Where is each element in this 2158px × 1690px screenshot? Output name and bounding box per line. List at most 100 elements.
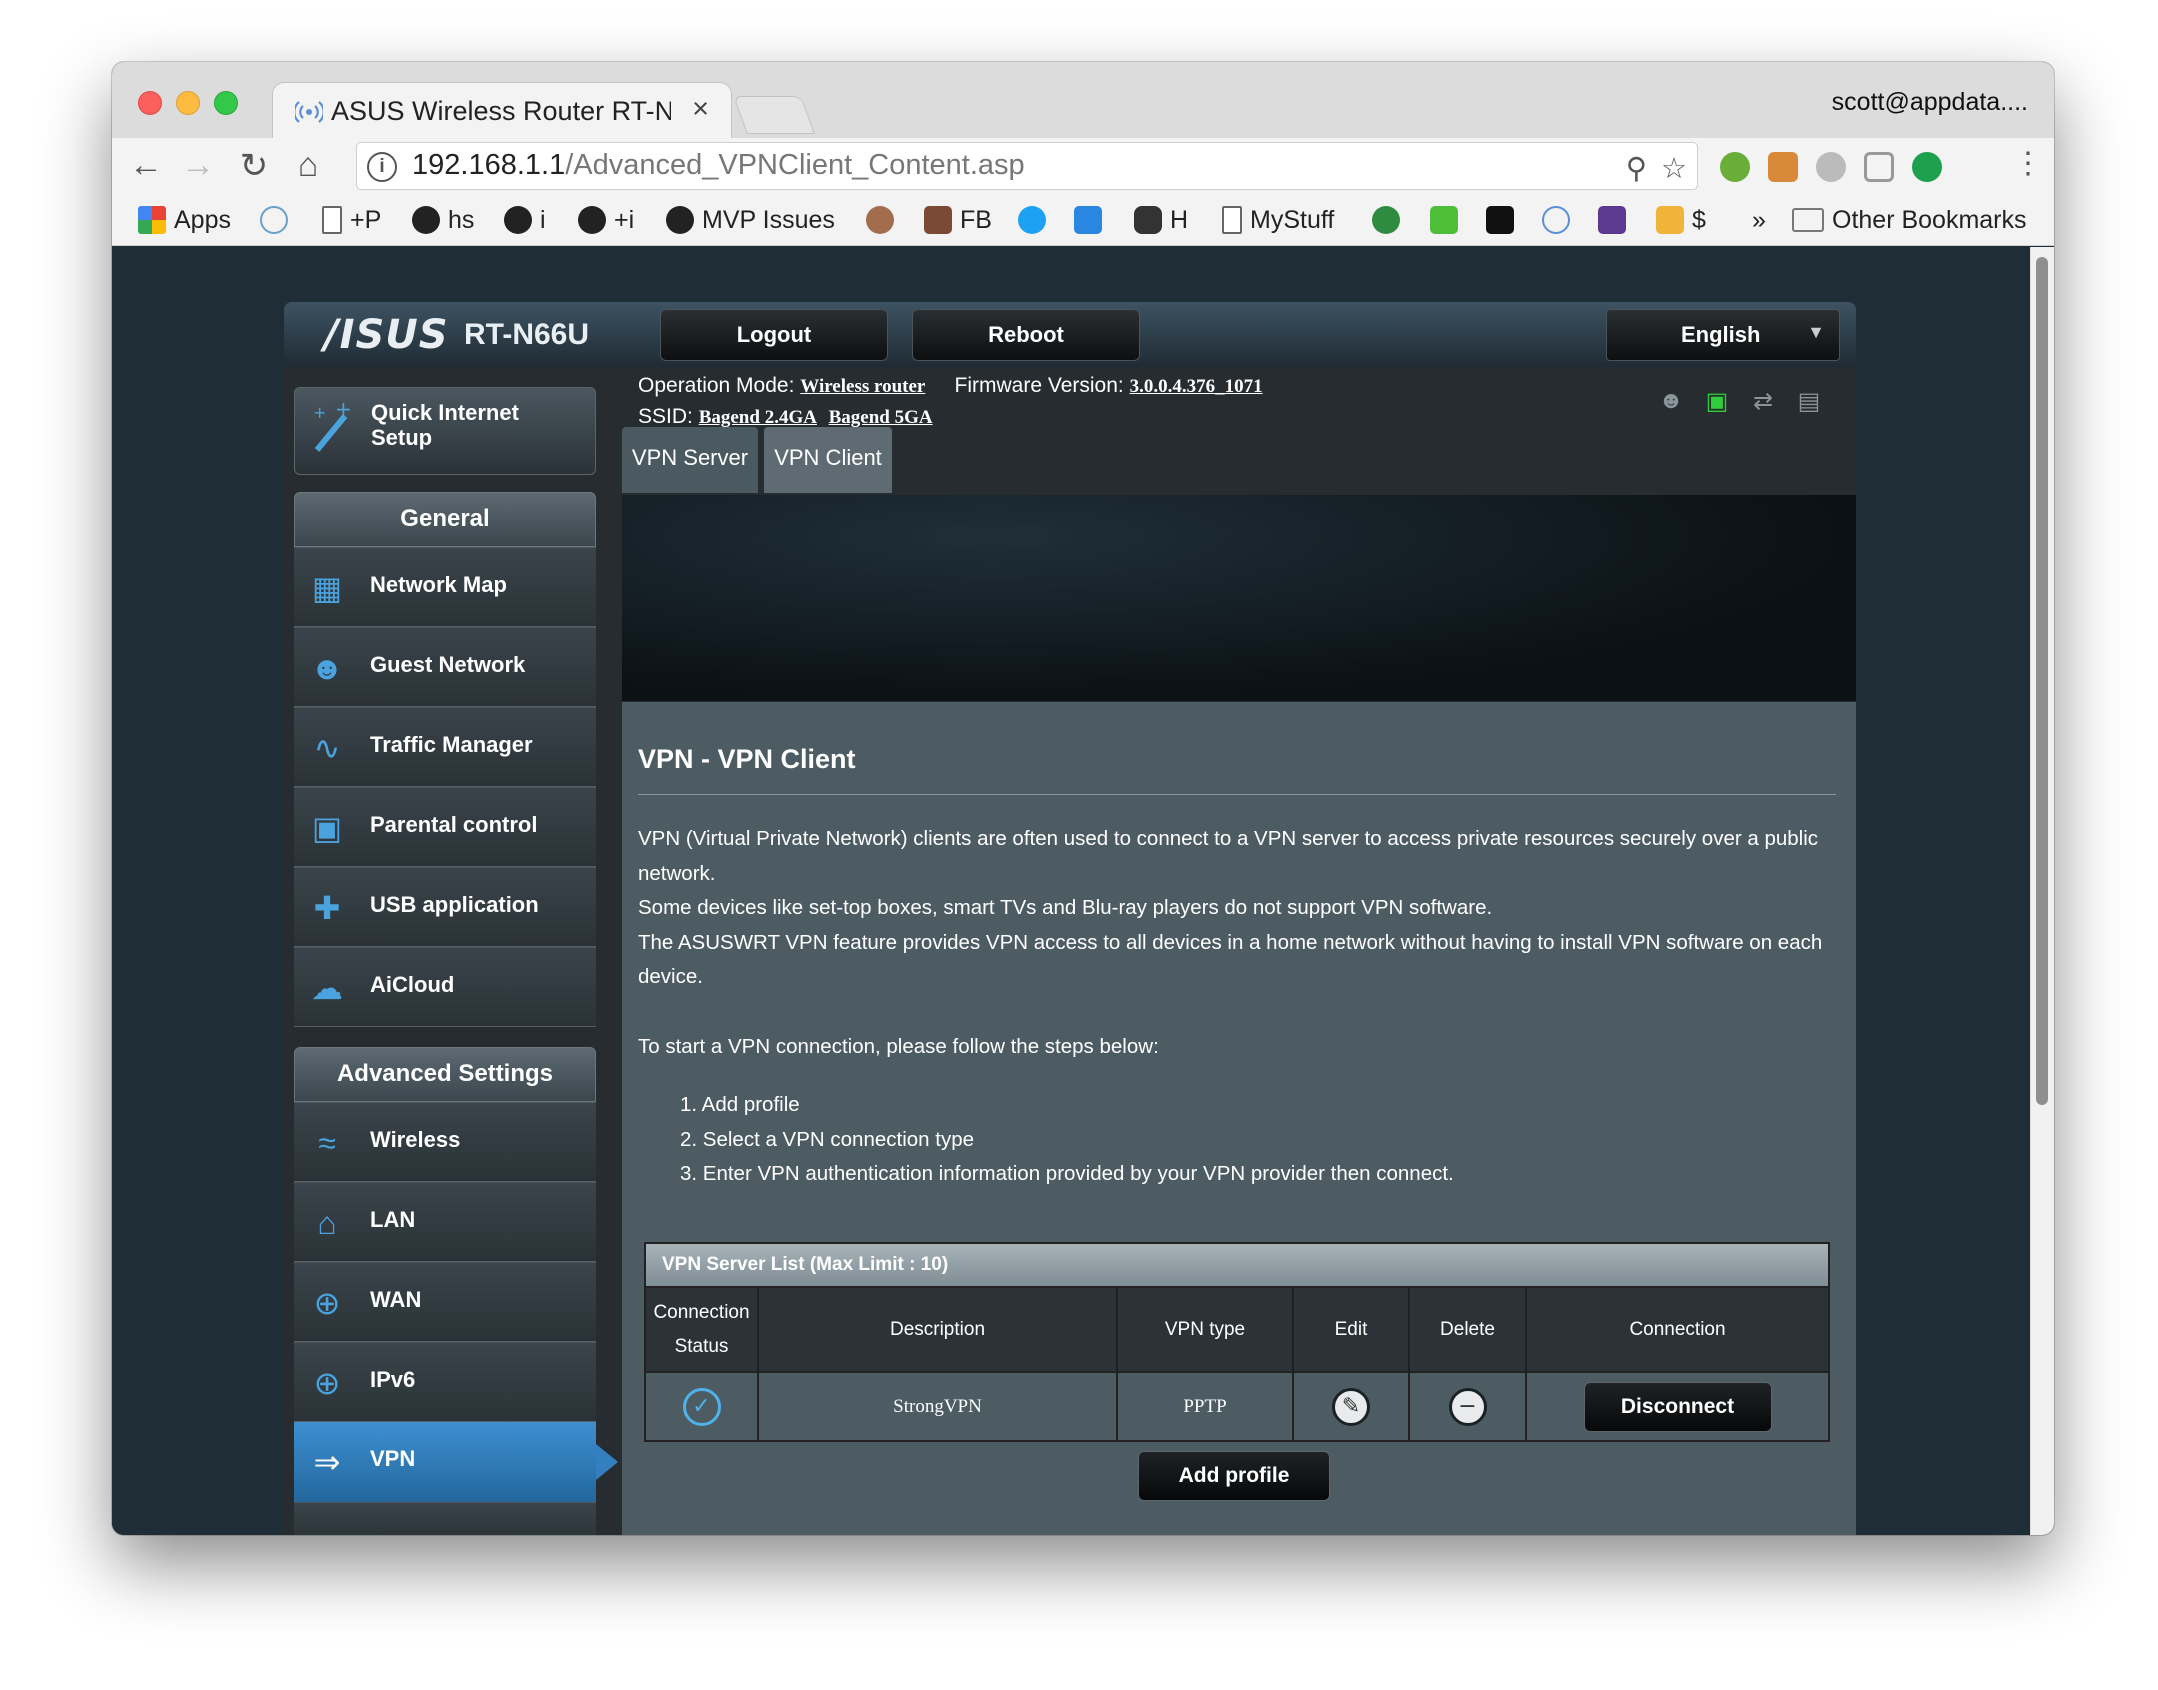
bookmark-bootstrap[interactable] xyxy=(1598,204,1634,236)
clients-icon[interactable]: ☻ xyxy=(1656,387,1686,417)
bookmark-twitter[interactable] xyxy=(1018,204,1054,236)
bookmark-chart[interactable] xyxy=(1430,204,1466,236)
bookmark-plus-i[interactable]: +i xyxy=(578,204,634,236)
bookmark-flag[interactable] xyxy=(1486,204,1522,236)
bookmark-dollar[interactable]: $ xyxy=(1656,204,1706,236)
cloud-home-icon: ☁ xyxy=(311,970,343,1006)
profile-name[interactable]: scott@appdata.... xyxy=(1832,88,2028,117)
disconnect-button[interactable]: Disconnect xyxy=(1583,1381,1772,1432)
bookmark-star-icon[interactable]: ☆ xyxy=(1661,151,1687,186)
box-icon xyxy=(1656,206,1684,234)
quick-setup-button[interactable]: + + Quick Internet Setup xyxy=(294,387,596,475)
people-icon xyxy=(1372,206,1400,234)
sidebar-item-guest-network[interactable]: ☻ Guest Network xyxy=(294,627,596,707)
bootstrap-icon xyxy=(1598,206,1626,234)
bookmark-avatar[interactable] xyxy=(866,204,902,236)
table-header-row: Connection Status Description VPN type E… xyxy=(646,1288,1828,1372)
close-tab-icon[interactable]: × xyxy=(692,93,709,126)
extension-leaf-icon[interactable] xyxy=(1720,152,1750,182)
connection-status-cell: ✓ xyxy=(646,1371,759,1440)
bookmark-apps[interactable]: Apps xyxy=(138,204,231,236)
minimize-window-button[interactable] xyxy=(176,91,200,115)
bookmarks-overflow[interactable]: » xyxy=(1752,204,1766,236)
chart-icon xyxy=(1430,206,1458,234)
sidebar-item-wireless[interactable]: ≈ Wireless xyxy=(294,1102,596,1182)
zoom-icon[interactable]: ⚲ xyxy=(1626,151,1647,186)
header-banner xyxy=(622,495,1856,701)
bookmark-react[interactable] xyxy=(260,204,296,236)
op-mode-link[interactable]: Wireless router xyxy=(800,376,925,397)
connected-check-icon: ✓ xyxy=(682,1387,721,1426)
network-status-icon[interactable]: ▣ xyxy=(1702,387,1732,417)
github-icon xyxy=(504,206,532,234)
site-info-icon[interactable]: i xyxy=(367,152,397,182)
forward-icon[interactable]: → xyxy=(178,146,218,185)
scrollbar-thumb[interactable] xyxy=(2036,257,2048,1105)
bookmark-people[interactable] xyxy=(1372,204,1408,236)
ssid-2g-link[interactable]: Bagend 2.4GA xyxy=(699,407,817,428)
sidebar: + + Quick Internet Setup General ▦ Network… xyxy=(294,387,618,1535)
bookmark-p[interactable]: +P xyxy=(322,204,381,236)
firmware-link[interactable]: 3.0.0.4.376_1071 xyxy=(1130,376,1263,397)
table-caption: VPN Server List (Max Limit : 10) xyxy=(646,1244,1828,1288)
browser-tab[interactable]: ASUS Wireless Router RT-N66 × xyxy=(272,82,732,140)
sidebar-item-usb-application[interactable]: ✚ USB application xyxy=(294,867,596,947)
svg-text:+: + xyxy=(313,403,326,422)
url-host: 192.168.1.1 xyxy=(412,149,566,181)
column-header: Edit xyxy=(1293,1288,1410,1372)
bookmark-mvp-issues[interactable]: MVP Issues xyxy=(666,204,835,236)
sidebar-item-next[interactable] xyxy=(294,1502,596,1535)
chevron-down-icon: ▼ xyxy=(1807,322,1825,342)
sidebar-item-parental-control[interactable]: ▣ Parental control xyxy=(294,787,596,867)
back-icon[interactable]: ← xyxy=(126,146,166,185)
reboot-button[interactable]: Reboot xyxy=(912,309,1140,361)
extension-green-dot-icon[interactable] xyxy=(1912,152,1942,182)
sidebar-item-aicloud[interactable]: ☁ AiCloud xyxy=(294,947,596,1027)
browser-window: ASUS Wireless Router RT-N66 × scott@appd… xyxy=(112,62,2054,1535)
extension-reddit-icon[interactable] xyxy=(1816,152,1846,182)
router-ui: /ISUS RT-N66U Logout Reboot English ▼ + +… xyxy=(284,302,1856,1535)
reload-icon[interactable]: ↻ xyxy=(234,146,274,186)
printer-icon[interactable]: ▤ xyxy=(1794,387,1824,417)
language-select[interactable]: English ▼ xyxy=(1606,309,1840,361)
description: VPN (Virtual Private Network) clients ar… xyxy=(638,822,1838,995)
browser-menu-icon[interactable]: ⋮ xyxy=(2008,146,2048,181)
sidebar-item-traffic-manager[interactable]: ∿ Traffic Manager xyxy=(294,707,596,787)
delete-minus-icon[interactable]: − xyxy=(1448,1387,1487,1426)
home-icon[interactable]: ⌂ xyxy=(288,146,328,185)
sidebar-item-network-map[interactable]: ▦ Network Map xyxy=(294,547,596,627)
bookmark-other[interactable]: Other Bookmarks xyxy=(1792,204,2027,236)
new-tab-button[interactable] xyxy=(733,96,815,134)
ipv6-globe-icon: ⊕ xyxy=(313,1365,341,1401)
ssid-5g-link[interactable]: Bagend 5GA xyxy=(829,407,933,428)
tab-title: ASUS Wireless Router RT-N66 xyxy=(331,96,671,126)
bookmark-i[interactable]: i xyxy=(504,204,546,236)
sidebar-item-wan[interactable]: ⊕ WAN xyxy=(294,1262,596,1342)
bookmark-mystuff[interactable]: MyStuff xyxy=(1222,204,1334,236)
logout-button[interactable]: Logout xyxy=(660,309,888,361)
close-window-button[interactable] xyxy=(138,91,162,115)
bookmark-wireless[interactable] xyxy=(1542,204,1578,236)
column-header: Delete xyxy=(1409,1288,1527,1372)
tab-vpn-server[interactable]: VPN Server xyxy=(622,427,758,493)
bookmark-blue-app[interactable] xyxy=(1074,204,1110,236)
tab-vpn-client[interactable]: VPN Client xyxy=(764,427,892,493)
url-path: /Advanced_VPNClient_Content.asp xyxy=(565,149,1025,181)
sidebar-item-lan[interactable]: ⌂ LAN xyxy=(294,1182,596,1262)
add-profile-button[interactable]: Add profile xyxy=(1138,1451,1330,1501)
blue-app-icon xyxy=(1074,206,1102,234)
sidebar-item-vpn[interactable]: ⇒ VPN xyxy=(294,1422,618,1502)
maximize-window-button[interactable] xyxy=(214,91,238,115)
bookmark-h[interactable]: H xyxy=(1134,204,1188,236)
address-bar[interactable]: i 192.168.1.1/Advanced_VPNClient_Content… xyxy=(356,142,1698,190)
sidebar-item-ipv6[interactable]: ⊕ IPv6 xyxy=(294,1342,596,1422)
usb-icon[interactable]: ⇄ xyxy=(1748,387,1778,417)
extension-cast-icon[interactable] xyxy=(1864,152,1894,182)
bookmark-fb[interactable]: FB xyxy=(924,204,992,236)
svg-text:+: + xyxy=(335,400,352,421)
general-header: General xyxy=(294,492,596,547)
scrollbar[interactable] xyxy=(2030,247,2054,1535)
extension-avatar-icon[interactable] xyxy=(1768,152,1798,182)
bookmark-hs[interactable]: hs xyxy=(412,204,474,236)
edit-pencil-icon[interactable]: ✎ xyxy=(1332,1387,1370,1426)
